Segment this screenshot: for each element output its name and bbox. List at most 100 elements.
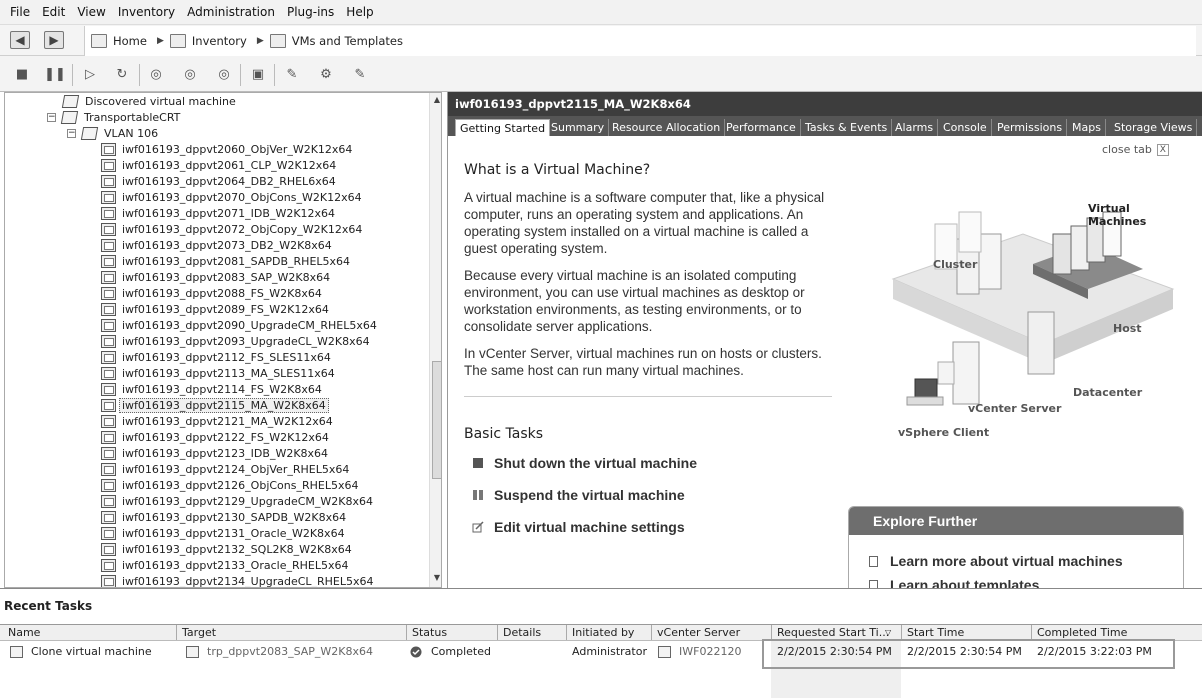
tree-item-vm[interactable]: iwf016193_dppvt2131_Oracle_W2K8x64 xyxy=(101,525,345,541)
tab-tasks-events[interactable]: Tasks & Events xyxy=(801,119,893,136)
tree-item-vm[interactable]: iwf016193_dppvt2072_ObjCopy_W2K12x64 xyxy=(101,221,362,237)
scroll-up-icon[interactable]: ▲ xyxy=(432,95,441,104)
tree-item-transportable[interactable]: − TransportableCRT xyxy=(47,109,180,125)
menu-edit[interactable]: Edit xyxy=(36,5,71,19)
close-tab-button[interactable]: close tab X xyxy=(1102,143,1169,156)
learn-templates-link[interactable]: Learn about templates xyxy=(869,577,1039,588)
suspend-icon[interactable]: ❚❚ xyxy=(44,64,66,84)
tree-item-vm[interactable]: iwf016193_dppvt2064_DB2_RHEL6x64 xyxy=(101,173,336,189)
learn-vms-link[interactable]: Learn more about virtual machines xyxy=(869,553,1123,569)
revert-snapshot-icon[interactable]: ◎ xyxy=(180,64,200,84)
isolation-paragraph: Because every virtual machine is an isol… xyxy=(464,268,805,334)
tree-item-vm[interactable]: iwf016193_dppvt2088_FS_W2K8x64 xyxy=(101,285,322,301)
menu-help[interactable]: Help xyxy=(340,5,379,19)
col-target[interactable]: Target xyxy=(182,626,216,639)
col-name[interactable]: Name xyxy=(8,626,40,639)
col-initiated-by[interactable]: Initiated by xyxy=(572,626,634,639)
forward-arrow-icon[interactable]: ▶ xyxy=(44,31,64,49)
tree-item-vm[interactable]: iwf016193_dppvt2122_FS_W2K12x64 xyxy=(101,429,329,445)
tree-scrollbar[interactable]: ▲ ▼ xyxy=(429,93,441,587)
power-off-icon[interactable]: ■ xyxy=(12,64,32,84)
tree-item-vm[interactable]: iwf016193_dppvt2081_SAPDB_RHEL5x64 xyxy=(101,253,350,269)
tab-getting-started[interactable]: Getting Started xyxy=(455,119,551,136)
tree-item-vm[interactable]: iwf016193_dppvt2124_ObjVer_RHEL5x64 xyxy=(101,461,349,477)
tree-item-vm[interactable]: iwf016193_dppvt2132_SQL2K8_W2K8x64 xyxy=(101,541,352,557)
tree-item-vm[interactable]: iwf016193_dppvt2129_UpgradeCM_W2K8x64 xyxy=(101,493,373,509)
tab-summary[interactable]: Summary xyxy=(547,119,610,136)
vm-name: iwf016193_dppvt2064_DB2_RHEL6x64 xyxy=(122,174,336,188)
tree-item-vm[interactable]: iwf016193_dppvt2126_ObjCons_RHEL5x64 xyxy=(101,477,359,493)
tab-storage-views[interactable]: Storage Views xyxy=(1110,119,1198,136)
tree-item-discovered[interactable]: Discovered virtual machine xyxy=(61,93,236,109)
breadcrumb-home[interactable]: Home xyxy=(91,34,157,48)
migrate-icon[interactable]: ⚙ xyxy=(316,64,336,84)
tree-item-vm[interactable]: iwf016193_dppvt2071_IDB_W2K12x64 xyxy=(101,205,335,221)
menu-administration[interactable]: Administration xyxy=(181,5,281,19)
virtual-machines-label: Virtual Machines xyxy=(1088,202,1147,228)
tab-alarms[interactable]: Alarms xyxy=(891,119,939,136)
suspend-vm-link[interactable]: Suspend the virtual machine xyxy=(472,487,685,503)
tab-console[interactable]: Console xyxy=(939,119,992,136)
tree-item-vm[interactable]: iwf016193_dppvt2089_FS_W2K12x64 xyxy=(101,301,329,317)
menu-inventory[interactable]: Inventory xyxy=(112,5,181,19)
tree-item-vm[interactable]: iwf016193_dppvt2133_Oracle_RHEL5x64 xyxy=(101,557,348,573)
col-requested-start[interactable]: Requested Start Ti... xyxy=(777,626,889,639)
task-target-cell[interactable]: trp_dppvt2083_SAP_W2K8x64 xyxy=(186,645,373,658)
tree-item-vm[interactable]: iwf016193_dppvt2112_FS_SLES11x64 xyxy=(101,349,331,365)
tree-item-vm[interactable]: iwf016193_dppvt2130_SAPDB_W2K8x64 xyxy=(101,509,346,525)
virtual-machine-icon xyxy=(101,414,116,428)
tree-item-vm[interactable]: iwf016193_dppvt2060_ObjVer_W2K12x64 xyxy=(101,141,352,157)
col-vcenter-server[interactable]: vCenter Server xyxy=(657,626,740,639)
tree-item-vm[interactable]: iwf016193_dppvt2134_UpgradeCL_RHEL5x64 xyxy=(101,573,374,587)
task-vcenter-cell[interactable]: IWF022120 xyxy=(658,645,741,658)
virtual-machine-icon xyxy=(101,190,116,204)
virtual-machine-icon xyxy=(101,494,116,508)
reset-icon[interactable]: ↻ xyxy=(112,64,132,84)
tree-item-vm[interactable]: iwf016193_dppvt2073_DB2_W2K8x64 xyxy=(101,237,332,253)
vm-name: iwf016193_dppvt2121_MA_W2K12x64 xyxy=(122,414,333,428)
vm-name: iwf016193_dppvt2114_FS_W2K8x64 xyxy=(122,382,322,396)
collapse-icon[interactable]: − xyxy=(67,128,76,138)
menu-view[interactable]: View xyxy=(71,5,111,19)
snapshot-icon[interactable]: ◎ xyxy=(146,64,166,84)
hosts-paragraph: In vCenter Server, virtual machines run … xyxy=(464,346,822,378)
tree-item-vm[interactable]: iwf016193_dppvt2121_MA_W2K12x64 xyxy=(101,413,333,429)
tree-item-vm[interactable]: iwf016193_dppvt2123_IDB_W2K8x64 xyxy=(101,445,328,461)
breadcrumb-inventory[interactable]: ▶ Inventory xyxy=(157,34,257,48)
tree-item-vm[interactable]: iwf016193_dppvt2090_UpgradeCM_RHEL5x64 xyxy=(101,317,377,333)
task-name-cell[interactable]: Clone virtual machine xyxy=(10,645,152,658)
edit-vm-settings-link[interactable]: Edit virtual machine settings xyxy=(472,519,685,535)
tree-item-vm[interactable]: iwf016193_dppvt2113_MA_SLES11x64 xyxy=(101,365,335,381)
col-details[interactable]: Details xyxy=(503,626,541,639)
col-completed-time[interactable]: Completed Time xyxy=(1037,626,1127,639)
menu-file[interactable]: File xyxy=(4,5,36,19)
col-status[interactable]: Status xyxy=(412,626,447,639)
shut-down-vm-link[interactable]: Shut down the virtual machine xyxy=(472,455,697,471)
collapse-icon[interactable]: − xyxy=(47,112,56,122)
tree-item-vm[interactable]: iwf016193_dppvt2114_FS_W2K8x64 xyxy=(101,381,322,397)
scrollbar-thumb[interactable] xyxy=(432,361,441,479)
tab-resource-allocation[interactable]: Resource Allocation xyxy=(608,119,726,136)
edit-settings-icon[interactable]: ✎ xyxy=(282,64,302,84)
console-icon[interactable]: ▣ xyxy=(248,64,268,84)
task-status-cell: Completed xyxy=(410,645,491,658)
snapshot-manager-icon[interactable]: ◎ xyxy=(214,64,234,84)
back-arrow-icon[interactable]: ◀ xyxy=(10,31,30,49)
tree-item-vlan[interactable]: − VLAN 106 xyxy=(67,125,158,141)
close-icon[interactable]: X xyxy=(1156,143,1169,156)
col-start-time[interactable]: Start Time xyxy=(907,626,964,639)
tree-item-vm[interactable]: iwf016193_dppvt2093_UpgradeCL_W2K8x64 xyxy=(101,333,370,349)
power-on-icon[interactable]: ▷ xyxy=(80,64,100,84)
scroll-down-icon[interactable]: ▼ xyxy=(432,573,441,582)
vm-name: iwf016193_dppvt2088_FS_W2K8x64 xyxy=(122,286,322,300)
tree-item-vm[interactable]: iwf016193_dppvt2061_CLP_W2K12x64 xyxy=(101,157,336,173)
tree-item-vm[interactable]: iwf016193_dppvt2083_SAP_W2K8x64 xyxy=(101,269,330,285)
clone-icon[interactable]: ✎ xyxy=(350,64,370,84)
tab-performance[interactable]: Performance xyxy=(722,119,801,136)
breadcrumb-vms-templates[interactable]: ▶ VMs and Templates xyxy=(257,34,413,48)
tree-item-vm[interactable]: iwf016193_dppvt2115_MA_W2K8x64 xyxy=(101,397,329,413)
tab-permissions[interactable]: Permissions xyxy=(993,119,1068,136)
tree-item-vm[interactable]: iwf016193_dppvt2070_ObjCons_W2K12x64 xyxy=(101,189,362,205)
menu-plugins[interactable]: Plug-ins xyxy=(281,5,340,19)
tab-maps[interactable]: Maps xyxy=(1068,119,1106,136)
